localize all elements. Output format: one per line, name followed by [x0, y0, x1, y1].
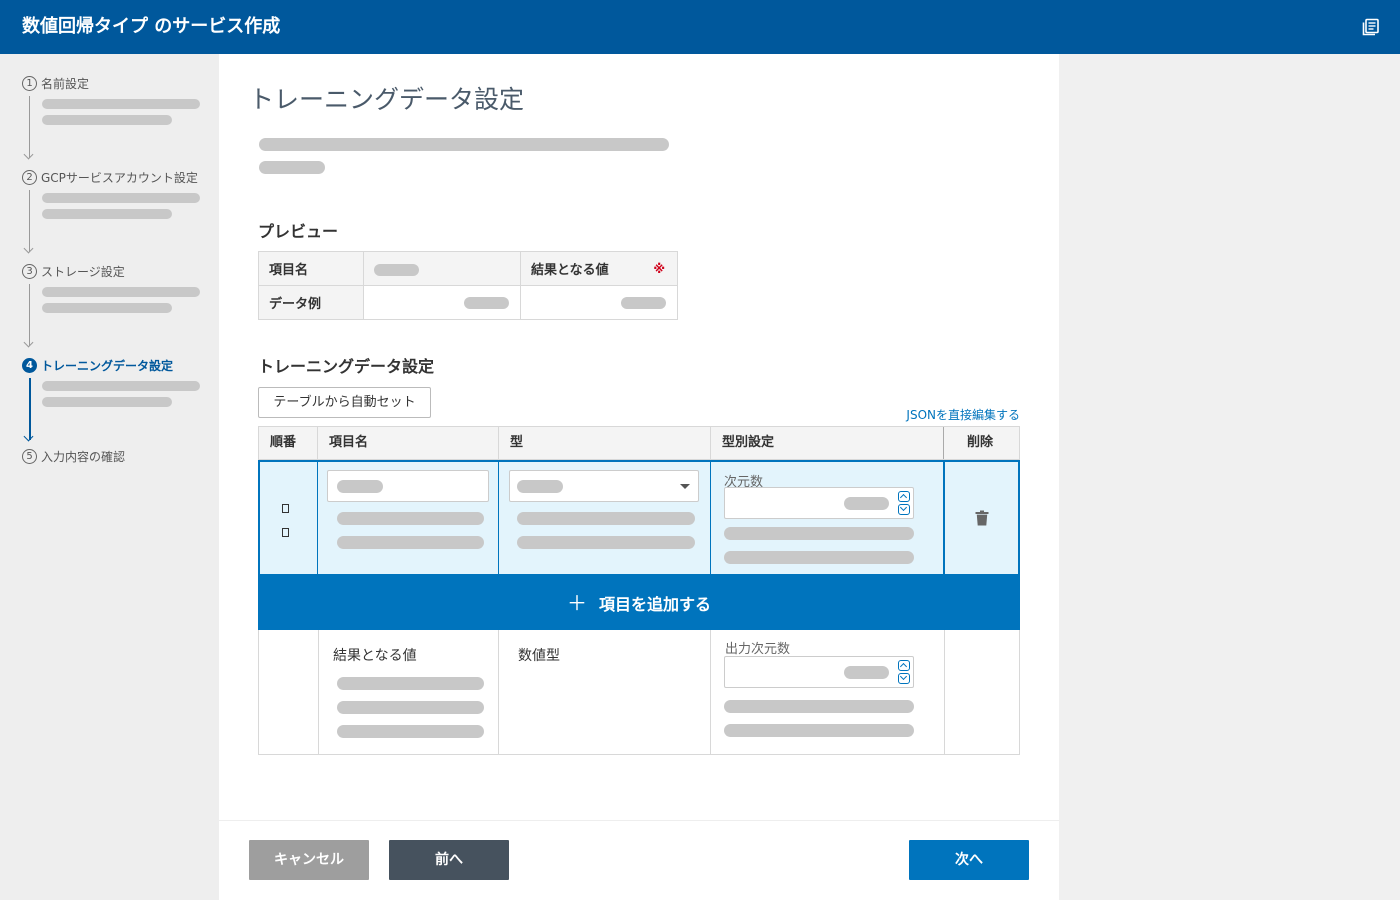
dimension-number-input[interactable]: [724, 487, 914, 519]
increment-icon[interactable]: [898, 660, 910, 671]
step-5[interactable]: 5 入力内容の確認: [22, 447, 212, 465]
decrement-icon[interactable]: [898, 673, 910, 684]
column-header-order: 順番: [259, 427, 318, 459]
training-data-table: 順番 項目名 型 型別設定 削除 次元数 ＋ 項目を追加する 結果となる値 数値…: [258, 426, 1020, 755]
column-header-delete: 削除: [967, 435, 994, 450]
preview-cell: [520, 285, 678, 320]
step-connector-arrow: [29, 284, 30, 346]
drag-handle-icon[interactable]: [282, 528, 289, 537]
preview-header-name: 項目名: [258, 251, 364, 286]
step-3[interactable]: 3 ストレージ設定: [22, 262, 212, 280]
step-number: 3: [22, 263, 37, 279]
step-label: 入力内容の確認: [41, 449, 126, 464]
main-panel: トレーニングデータ設定 プレビュー 項目名 結果となる値 ※ データ例 トレーニ…: [219, 54, 1059, 900]
step-label: GCPサービスアカウント設定: [41, 170, 198, 185]
column-header-type: 型: [499, 427, 711, 459]
placeholder-line: [724, 724, 914, 737]
step-connector-arrow: [29, 378, 31, 440]
footer-actions: キャンセル 前へ 次へ: [219, 820, 1059, 900]
edit-json-link[interactable]: JSONを直接編集する: [906, 406, 1020, 423]
placeholder-line: [42, 115, 172, 125]
output-dimension-label: 出力次元数: [725, 642, 791, 657]
training-section-title: トレーニングデータ設定: [258, 357, 435, 376]
step-number: 5: [22, 448, 37, 464]
type-select[interactable]: [509, 470, 699, 502]
placeholder-line: [42, 99, 200, 109]
placeholder-line: [259, 138, 669, 151]
step-4[interactable]: 4 トレーニングデータ設定: [22, 356, 212, 374]
step-number: 2: [22, 169, 37, 185]
preview-table: 項目名 結果となる値 ※ データ例: [258, 251, 678, 320]
app-header: 数値回帰タイプ のサービス作成: [0, 0, 1400, 54]
drag-handle-icon[interactable]: [282, 504, 289, 513]
plus-icon: ＋: [566, 591, 587, 615]
placeholder-line: [724, 527, 914, 540]
previous-button[interactable]: 前へ: [389, 840, 509, 880]
required-mark: ※: [653, 262, 665, 276]
placeholder-line: [42, 209, 172, 219]
step-connector-arrow: [29, 190, 30, 252]
placeholder-line: [724, 551, 914, 564]
placeholder-line: [42, 287, 200, 297]
step-1[interactable]: 1 名前設定: [22, 74, 212, 92]
output-type: 数値型: [518, 648, 560, 664]
placeholder-line: [42, 193, 200, 203]
column-header-name: 項目名: [318, 427, 499, 459]
app-title: 数値回帰タイプ のサービス作成: [22, 16, 281, 37]
output-dimension-number-input[interactable]: [724, 656, 914, 688]
background-margin: [1059, 54, 1400, 900]
output-row: 結果となる値 数値型 出力次元数: [258, 630, 1020, 755]
placeholder-line: [517, 536, 695, 549]
add-item-button[interactable]: ＋ 項目を追加する: [258, 576, 1020, 630]
step-number: 4: [22, 357, 37, 373]
add-item-label: 項目を追加する: [598, 595, 711, 614]
placeholder-line: [337, 536, 484, 549]
step-connector-arrow: [29, 96, 30, 158]
item-name-input[interactable]: [327, 470, 489, 502]
placeholder-line: [337, 701, 484, 714]
preview-title: プレビュー: [258, 222, 339, 241]
placeholder-line: [42, 397, 172, 407]
trash-icon[interactable]: [975, 510, 989, 526]
increment-icon[interactable]: [898, 491, 910, 502]
decrement-icon[interactable]: [898, 504, 910, 515]
placeholder-line: [337, 725, 484, 738]
step-label: ストレージ設定: [41, 264, 125, 279]
step-label: トレーニングデータ設定: [41, 358, 174, 373]
placeholder-line: [259, 161, 325, 174]
page-title: トレーニングデータ設定: [249, 85, 525, 114]
preview-header-example: データ例: [258, 285, 364, 320]
step-number: 1: [22, 75, 37, 91]
preview-cell: [363, 285, 521, 320]
step-2[interactable]: 2 GCPサービスアカウント設定: [22, 168, 212, 186]
preview-result-label: 結果となる値: [531, 263, 609, 278]
placeholder-line: [42, 381, 200, 391]
placeholder-line: [337, 677, 484, 690]
auto-set-from-table-button[interactable]: テーブルから自動セット: [258, 387, 431, 418]
table-row[interactable]: 次元数: [258, 460, 1020, 576]
placeholder-line: [517, 512, 695, 525]
step-label: 名前設定: [41, 76, 90, 91]
document-list-icon[interactable]: [1362, 18, 1380, 36]
next-button[interactable]: 次へ: [909, 840, 1029, 880]
column-header-type-setting: 型別設定: [711, 427, 944, 459]
table-header: 順番 項目名 型 型別設定 削除: [258, 426, 1020, 460]
placeholder-line: [337, 512, 484, 525]
preview-result-header: 結果となる値 ※: [520, 251, 678, 286]
step-sidebar: 1 名前設定 2 GCPサービスアカウント設定 3 ストレージ設定 4 トレーニ…: [0, 54, 219, 900]
chevron-down-icon: [680, 484, 690, 489]
placeholder-line: [42, 303, 172, 313]
cancel-button[interactable]: キャンセル: [249, 840, 369, 880]
output-item-name: 結果となる値: [333, 648, 417, 664]
preview-cell: [363, 251, 521, 286]
placeholder-line: [724, 700, 914, 713]
